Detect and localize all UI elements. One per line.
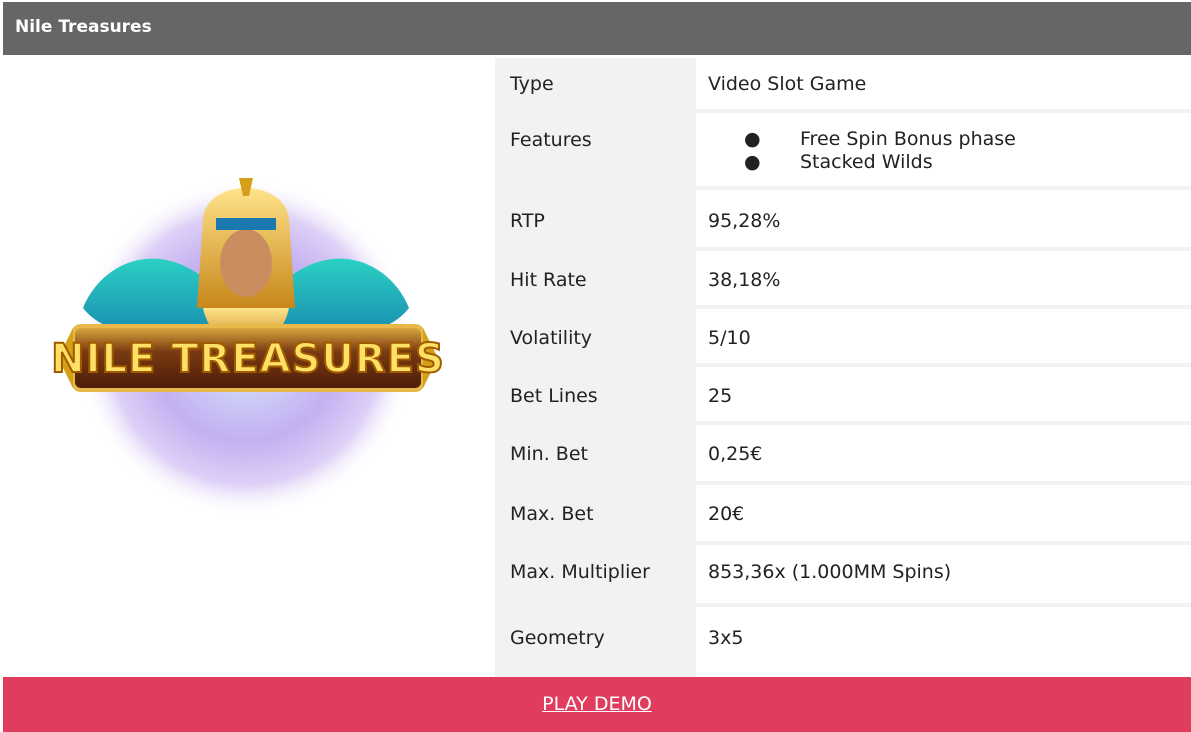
row-min-bet: Min. Bet 0,25€: [495, 425, 1191, 485]
row-rtp: RTP 95,28%: [495, 190, 1191, 251]
label-bet-lines: Bet Lines: [510, 385, 598, 407]
row-max-multiplier: Max. Multiplier 853,36x (1.000MM Spins): [495, 545, 1191, 607]
row-volatility: Volatility 5/10: [495, 309, 1191, 367]
logo-panel: NILE TREASURES: [3, 58, 495, 677]
label-volatility: Volatility: [510, 327, 593, 349]
label-features: Features: [510, 129, 592, 151]
slot-info-card: Nile Treasures NILE TREASURES Type Video…: [0, 0, 1191, 732]
value-max-bet: 20€: [708, 503, 745, 525]
details-table: Type Video Slot Game Features ● Free Spin…: [495, 58, 1191, 677]
bullet-icon: ●: [744, 128, 761, 150]
label-max-multiplier: Max. Multiplier: [510, 561, 650, 583]
label-geometry: Geometry: [510, 627, 605, 649]
label-type: Type: [510, 73, 554, 95]
play-demo-bar: PLAY DEMO: [3, 677, 1191, 732]
row-hit-rate: Hit Rate 38,18%: [495, 251, 1191, 309]
row-max-bet: Max. Bet 20€: [495, 485, 1191, 545]
features-list: ● Free Spin Bonus phase ● Stacked Wilds: [744, 128, 1016, 174]
play-demo-link[interactable]: PLAY DEMO: [542, 693, 652, 715]
value-geometry: 3x5: [708, 627, 744, 649]
label-min-bet: Min. Bet: [510, 443, 588, 465]
value-bet-lines: 25: [708, 385, 733, 407]
bullet-icon: ●: [744, 151, 761, 173]
label-rtp: RTP: [510, 210, 545, 232]
card-title: Nile Treasures: [3, 2, 1191, 55]
feature-item: ● Free Spin Bonus phase: [744, 128, 1016, 150]
feature-item: ● Stacked Wilds: [744, 151, 933, 173]
row-features: Features ● Free Spin Bonus phase ● Stacked…: [495, 113, 1191, 190]
logo-title: NILE TREASURES: [51, 336, 445, 382]
nile-treasures-logo: NILE TREASURES: [50, 178, 445, 518]
value-hit-rate: 38,18%: [708, 269, 781, 291]
value-min-bet: 0,25€: [708, 443, 763, 465]
row-bet-lines: Bet Lines 25: [495, 367, 1191, 425]
label-max-bet: Max. Bet: [510, 503, 594, 525]
row-type: Type Video Slot Game: [495, 58, 1191, 113]
value-volatility: 5/10: [708, 327, 751, 349]
row-geometry: Geometry 3x5: [495, 607, 1191, 677]
value-max-multiplier: 853,36x (1.000MM Spins): [708, 561, 952, 583]
value-type: Video Slot Game: [708, 73, 867, 95]
label-hit-rate: Hit Rate: [510, 269, 587, 291]
value-rtp: 95,28%: [708, 210, 781, 232]
